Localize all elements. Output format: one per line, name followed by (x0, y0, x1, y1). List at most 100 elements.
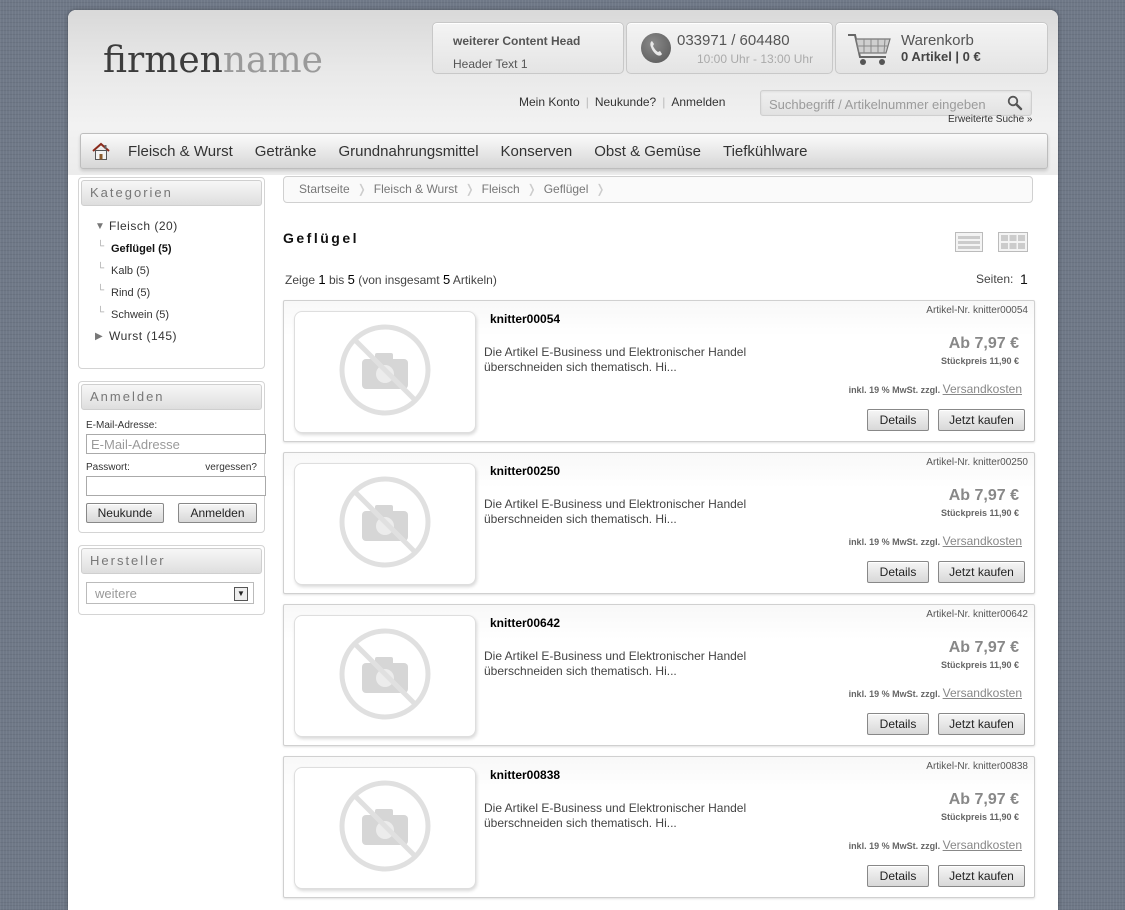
no-image-icon (339, 780, 431, 872)
new-customer-link[interactable]: Neukunde? (589, 95, 662, 109)
product-tax-info: inkl. 19 % MwSt. zzgl. Versandkosten (848, 838, 1022, 852)
breadcrumb-item[interactable]: Geflügel (537, 177, 596, 202)
login-title: Anmelden (81, 384, 262, 410)
page-number[interactable]: 1 (1020, 271, 1028, 287)
tree-branch-icon: └ (97, 263, 105, 274)
nav-item-tiefkuehlware[interactable]: Tiefkühlware (723, 143, 807, 160)
product-tax-info: inkl. 19 % MwSt. zzgl. Versandkosten (848, 382, 1022, 396)
category-wurst[interactable]: Wurst (145) (109, 329, 177, 343)
search-icon[interactable] (1007, 95, 1023, 111)
no-image-icon (339, 476, 431, 568)
cart-icon (848, 34, 891, 65)
shipping-costs-link[interactable]: Versandkosten (943, 686, 1022, 700)
product-unit-price: Stückpreis 11,90 € (940, 508, 1019, 518)
breadcrumb-item[interactable]: Fleisch (475, 177, 527, 202)
buy-now-button[interactable]: Jetzt kaufen (938, 713, 1025, 735)
product-image[interactable] (294, 615, 476, 737)
forgot-password-link[interactable]: vergessen? (205, 462, 257, 473)
breadcrumb-item[interactable]: Fleisch & Wurst (367, 177, 465, 202)
login-button[interactable]: Anmelden (178, 503, 257, 523)
nav-item-obst-gemuese[interactable]: Obst & Gemüse (594, 143, 701, 160)
breadcrumb-item[interactable]: Startseite (284, 177, 357, 202)
breadcrumb-separator: ❭ (595, 182, 606, 196)
list-view-icon[interactable] (955, 232, 983, 252)
product-card: knitter00838 Artikel-Nr. knitter00838 Di… (283, 756, 1035, 898)
home-icon[interactable] (91, 141, 111, 161)
details-button[interactable]: Details (867, 409, 929, 431)
manufacturer-box: Hersteller weitere ▼ (78, 545, 265, 615)
manufacturer-selected: weitere (95, 586, 137, 601)
logo[interactable]: firmenname (103, 40, 323, 81)
advanced-search-link[interactable]: Erweiterte Suche » (948, 114, 1033, 125)
category-gefluegel[interactable]: Geflügel (5) (111, 243, 172, 255)
cart-box[interactable]: Warenkorb 0 Artikel | 0 € (835, 22, 1048, 74)
tree-branch-icon: └ (97, 307, 105, 318)
categories-box: Kategorien ▼ Fleisch (20) └ Geflügel (5)… (78, 177, 265, 369)
content-head-text: Header Text 1 (453, 57, 528, 71)
product-image[interactable] (294, 767, 476, 889)
product-name[interactable]: knitter00838 (490, 768, 560, 782)
nav-item-konserven[interactable]: Konserven (501, 143, 573, 160)
nav-items: Fleisch & Wurst Getränke Grundnahrungsmitt… (128, 143, 829, 160)
product-image[interactable] (294, 311, 476, 433)
product-card: knitter00250 Artikel-Nr. knitter00250 Di… (283, 452, 1035, 594)
product-article-number: Artikel-Nr. knitter00642 (926, 609, 1028, 620)
breadcrumb-separator: ❭ (464, 182, 475, 196)
details-button[interactable]: Details (867, 561, 929, 583)
search-bar (760, 90, 1032, 116)
buy-now-button[interactable]: Jetzt kaufen (938, 409, 1025, 431)
shipping-costs-link[interactable]: Versandkosten (943, 838, 1022, 852)
page: firmenname weiterer Content Head Header … (68, 10, 1058, 910)
product-unit-price: Stückpreis 11,90 € (940, 660, 1019, 670)
content-head-title: weiterer Content Head (453, 34, 581, 48)
account-links: Mein Konto | Neukunde? | Anmelden (513, 95, 731, 109)
password-field[interactable] (86, 476, 266, 496)
nav-item-grundnahrungsmittel[interactable]: Grundnahrungsmittel (338, 143, 478, 160)
product-image[interactable] (294, 463, 476, 585)
main-nav: Fleisch & Wurst Getränke Grundnahrungsmitt… (80, 133, 1048, 169)
product-price: Ab 7,97 € (948, 335, 1019, 352)
nav-item-getraenke[interactable]: Getränke (255, 143, 317, 160)
buy-now-button[interactable]: Jetzt kaufen (938, 561, 1025, 583)
category-list: ▼ Fleisch (20) └ Geflügel (5) └ Kalb (5)… (79, 208, 264, 343)
details-button[interactable]: Details (867, 865, 929, 887)
product-article-number: Artikel-Nr. knitter00838 (926, 761, 1028, 772)
product-card: knitter00054 Artikel-Nr. knitter00054 Di… (283, 300, 1035, 442)
email-label: E-Mail-Adresse: (86, 420, 158, 431)
shipping-costs-link[interactable]: Versandkosten (943, 382, 1022, 396)
email-field[interactable] (86, 434, 266, 454)
details-button[interactable]: Details (867, 713, 929, 735)
product-article-number: Artikel-Nr. knitter00250 (926, 457, 1028, 468)
nav-item-fleisch-wurst[interactable]: Fleisch & Wurst (128, 143, 233, 160)
tree-branch-icon: └ (97, 241, 105, 252)
search-input[interactable] (767, 93, 1001, 115)
shipping-costs-link[interactable]: Versandkosten (943, 534, 1022, 548)
product-card: knitter00642 Artikel-Nr. knitter00642 Di… (283, 604, 1035, 746)
product-price: Ab 7,97 € (948, 487, 1019, 504)
product-price: Ab 7,97 € (948, 639, 1019, 656)
product-article-number: Artikel-Nr. knitter00054 (926, 305, 1028, 316)
result-count: Zeige 1 bis 5 (von insgesamt 5 Artikeln) (285, 272, 497, 287)
product-name[interactable]: knitter00642 (490, 616, 560, 630)
login-link[interactable]: Anmelden (665, 95, 731, 109)
phone-number: 033971 / 604480 (677, 32, 790, 49)
page-title: Geflügel (283, 230, 360, 246)
product-description: Die Artikel E-Business und Elektronische… (484, 345, 747, 374)
product-description: Die Artikel E-Business und Elektronische… (484, 801, 747, 830)
category-kalb[interactable]: Kalb (5) (111, 265, 150, 277)
cart-summary: 0 Artikel | 0 € (901, 49, 981, 64)
product-name[interactable]: knitter00054 (490, 312, 560, 326)
content-head-box: weiterer Content Head Header Text 1 (432, 22, 624, 74)
category-rind[interactable]: Rind (5) (111, 287, 150, 299)
product-unit-price: Stückpreis 11,90 € (940, 812, 1019, 822)
product-name[interactable]: knitter00250 (490, 464, 560, 478)
manufacturer-select[interactable]: weitere ▼ (86, 582, 254, 604)
product-tax-info: inkl. 19 % MwSt. zzgl. Versandkosten (848, 534, 1022, 548)
grid-view-icon[interactable] (998, 232, 1028, 252)
buy-now-button[interactable]: Jetzt kaufen (938, 865, 1025, 887)
my-account-link[interactable]: Mein Konto (513, 95, 586, 109)
category-schwein[interactable]: Schwein (5) (111, 309, 169, 321)
password-label: Passwort: (86, 462, 130, 473)
category-fleisch[interactable]: Fleisch (20) (109, 219, 178, 233)
new-customer-button[interactable]: Neukunde (86, 503, 164, 523)
